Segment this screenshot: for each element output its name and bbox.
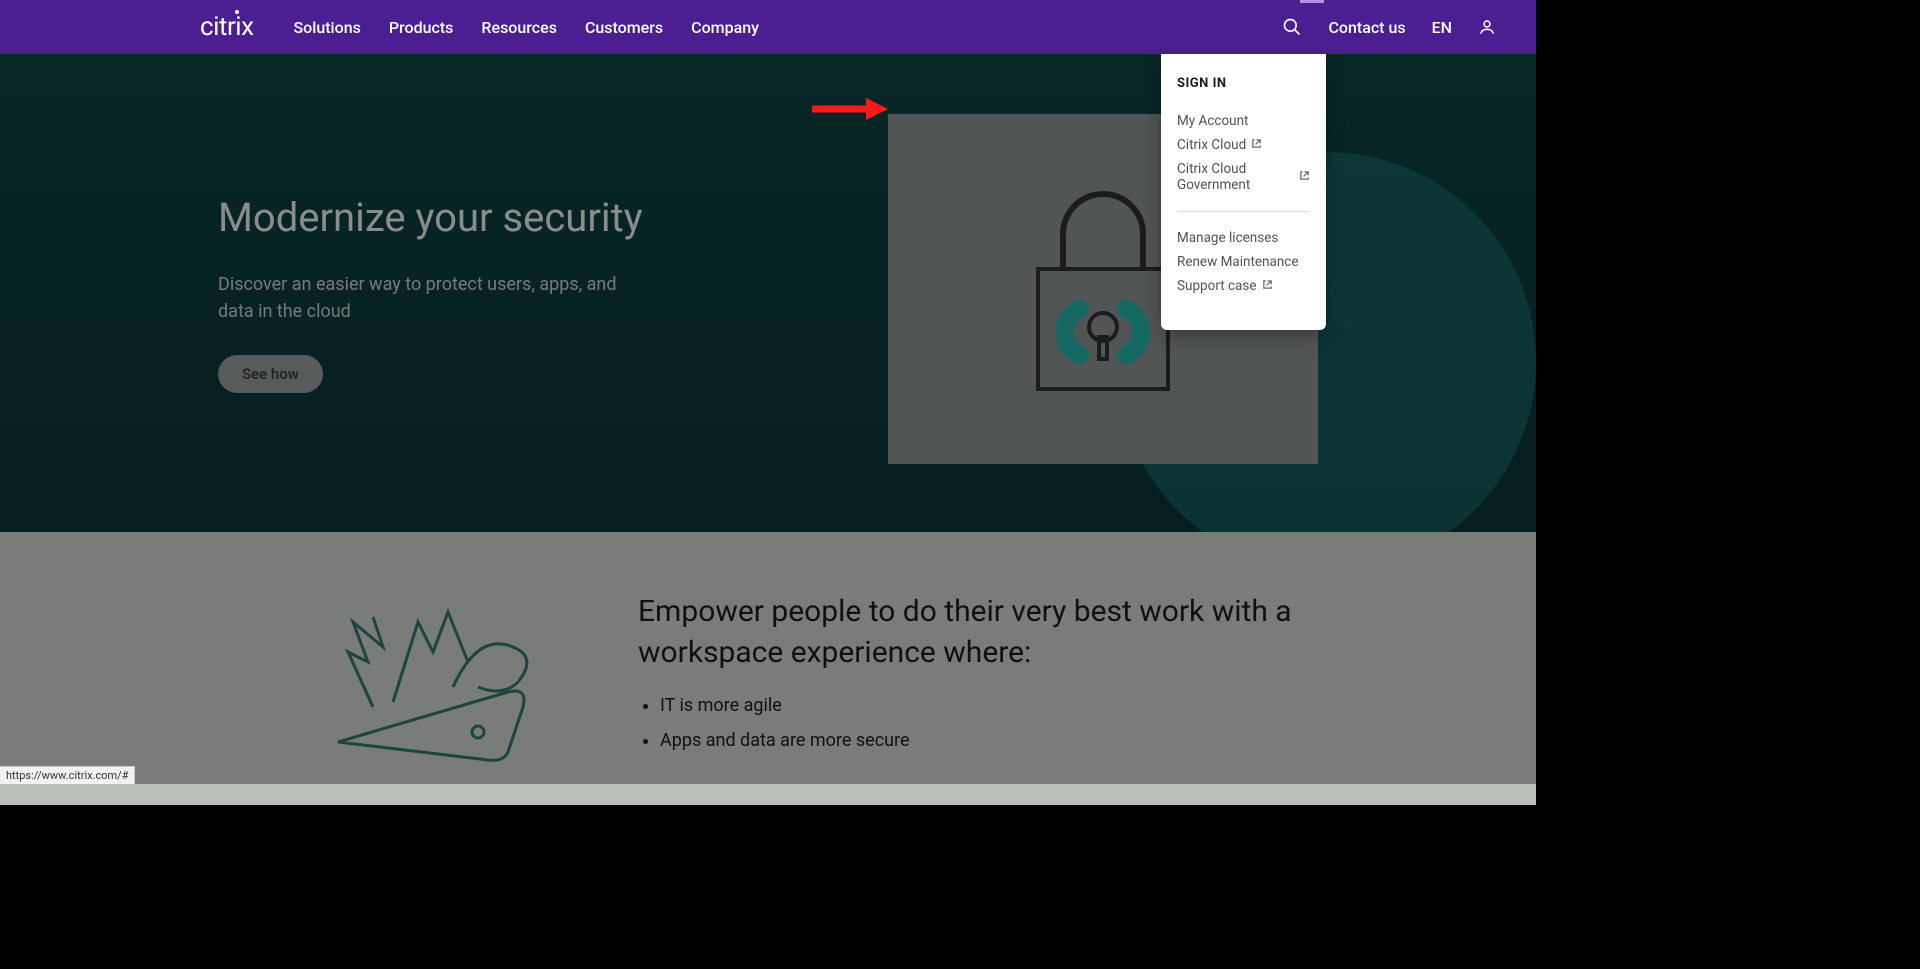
nav-right-group: Contact us EN: [1282, 17, 1496, 37]
dropdown-item-label: My Account: [1177, 113, 1248, 129]
dropdown-item-citrix-cloud[interactable]: Citrix Cloud: [1177, 133, 1310, 157]
dropdown-item-renew-maintenance[interactable]: Renew Maintenance: [1177, 250, 1310, 274]
dropdown-item-label: Citrix Cloud Government: [1177, 161, 1294, 193]
sign-in-dropdown: SIGN IN My Account Citrix Cloud Citrix C…: [1161, 54, 1326, 330]
dropdown-group-signin: My Account Citrix Cloud Citrix Cloud Gov…: [1177, 109, 1310, 197]
nav-contact-us[interactable]: Contact us: [1328, 18, 1405, 37]
search-icon[interactable]: [1282, 17, 1302, 37]
dropdown-item-label: Citrix Cloud: [1177, 137, 1246, 153]
dropdown-item-citrix-cloud-gov[interactable]: Citrix Cloud Government: [1177, 157, 1310, 197]
arrow-right-icon: [810, 96, 890, 122]
primary-nav: Solutions Products Resources Customers C…: [293, 18, 759, 37]
external-link-icon: [1262, 278, 1273, 294]
dropdown-group-manage: Manage licenses Renew Maintenance Suppor…: [1177, 226, 1310, 298]
browser-status-url: https://www.citrix.com/#: [0, 766, 135, 784]
user-menu-active-indicator: [1300, 0, 1324, 3]
top-navbar: citrix Solutions Products Resources Cust…: [0, 0, 1536, 54]
annotation-arrow: [810, 96, 890, 126]
user-icon[interactable]: [1478, 18, 1496, 36]
dropdown-divider: [1177, 211, 1310, 212]
brand-logo-text: citrix: [200, 12, 253, 42]
dropdown-item-support-case[interactable]: Support case: [1177, 274, 1310, 298]
external-link-icon: [1299, 169, 1310, 185]
dropdown-header: SIGN IN: [1177, 76, 1310, 91]
dropdown-item-label: Manage licenses: [1177, 230, 1278, 246]
nav-link-products[interactable]: Products: [389, 18, 454, 37]
dropdown-item-my-account[interactable]: My Account: [1177, 109, 1310, 133]
nav-link-customers[interactable]: Customers: [585, 18, 663, 37]
external-link-icon: [1251, 137, 1262, 153]
nav-link-solutions[interactable]: Solutions: [293, 18, 360, 37]
dropdown-item-label: Support case: [1177, 278, 1257, 294]
nav-language-selector[interactable]: EN: [1432, 18, 1452, 37]
brand-logo[interactable]: citrix: [200, 12, 253, 42]
dropdown-item-manage-licenses[interactable]: Manage licenses: [1177, 226, 1310, 250]
nav-link-resources[interactable]: Resources: [481, 18, 557, 37]
dropdown-item-label: Renew Maintenance: [1177, 254, 1299, 270]
nav-link-company[interactable]: Company: [691, 18, 759, 37]
